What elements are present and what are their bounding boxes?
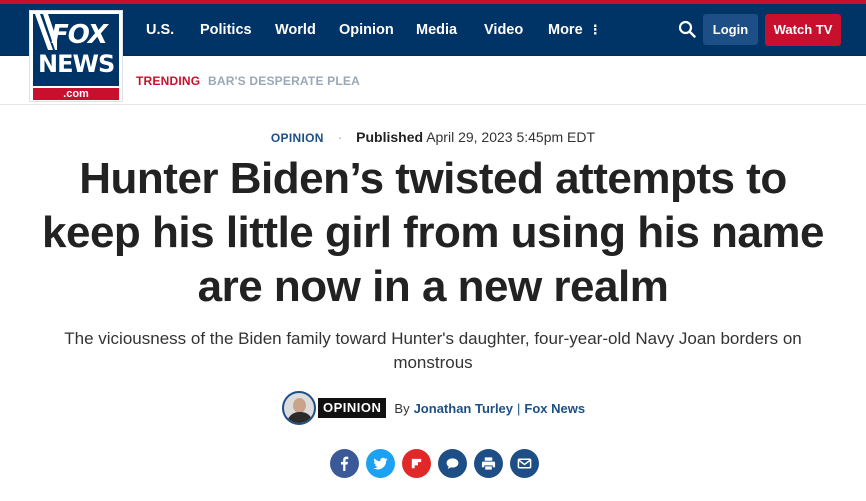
article-kicker[interactable]: OPINION (271, 131, 324, 145)
avatar-head (293, 398, 306, 413)
nav-video[interactable]: Video (484, 4, 523, 56)
nav-more-label: More (548, 22, 583, 38)
facebook-icon[interactable] (330, 449, 359, 478)
meta-separator: · (337, 129, 343, 145)
byline: OPINION By Jonathan Turley | Fox News (282, 390, 585, 426)
flipboard-icon[interactable] (402, 449, 431, 478)
email-icon[interactable] (510, 449, 539, 478)
nav-us[interactable]: U.S. (146, 4, 174, 56)
avatar-body (287, 412, 313, 423)
trending-label: TRENDING (136, 74, 201, 88)
article-subhead: The viciousness of the Biden family towa… (64, 329, 802, 372)
opinion-badge: OPINION (318, 398, 387, 418)
published-date: April 29, 2023 5:45pm EDT (426, 129, 596, 145)
author-link[interactable]: Jonathan Turley (414, 401, 513, 416)
logo-fox-text: FOX (51, 20, 108, 50)
search-icon[interactable] (678, 20, 696, 38)
article-meta: OPINION · Published April 29, 2023 5:45p… (0, 129, 866, 145)
byline-separator: | (517, 400, 521, 416)
published-label: Published (356, 129, 424, 145)
watch-tv-button[interactable]: Watch TV (765, 14, 841, 46)
twitter-icon[interactable] (366, 449, 395, 478)
more-dots-icon: ⋮ (588, 22, 602, 37)
nav-opinion[interactable]: Opinion (339, 4, 394, 56)
by-label: By (394, 400, 410, 416)
login-button[interactable]: Login (703, 14, 758, 45)
comment-icon[interactable] (438, 449, 467, 478)
trending-bar: TRENDING BAR'S DESPERATE PLEA (0, 56, 866, 105)
share-bar (330, 449, 539, 478)
author-avatar[interactable] (282, 391, 316, 425)
print-icon[interactable] (474, 449, 503, 478)
article-headline: Hunter Biden’s twisted attempts to keep … (42, 154, 824, 311)
source-label: Fox News (524, 400, 586, 416)
nav-world[interactable]: World (275, 4, 316, 56)
nav-media[interactable]: Media (416, 4, 457, 56)
nav-politics[interactable]: Politics (200, 4, 252, 56)
trending-link[interactable]: BAR'S DESPERATE PLEA (208, 74, 360, 88)
nav-more[interactable]: More ⋮ (548, 4, 602, 56)
